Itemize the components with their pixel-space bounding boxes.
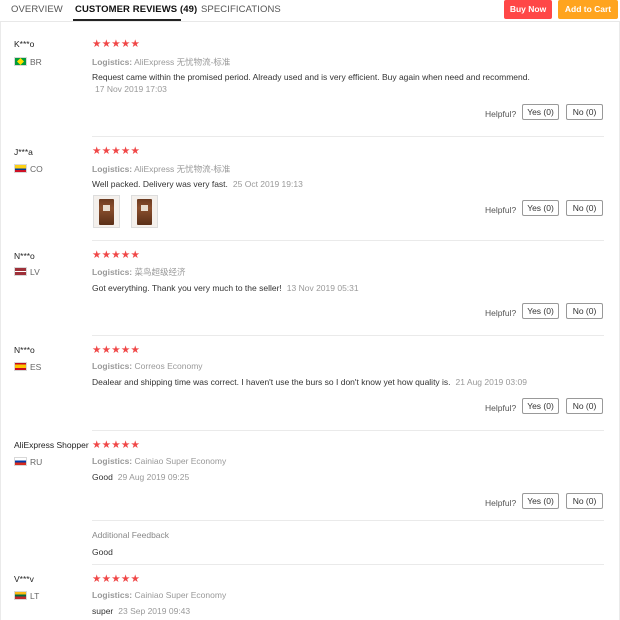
helpful-label: Helpful? — [485, 109, 517, 119]
helpful-no-button[interactable]: No (0) — [566, 303, 603, 319]
helpful-yes-button[interactable]: Yes (0) — [522, 200, 559, 216]
rating-stars: ★★★★★ — [92, 344, 141, 356]
reviewer-name: N***o — [14, 251, 35, 261]
review-divider — [92, 136, 604, 137]
reviewer-country: LV — [30, 267, 40, 277]
flag-icon — [14, 591, 27, 600]
logistics-line: Logistics: AliExpress 无忧物流-标准 — [92, 56, 230, 68]
product-tab-bar: OVERVIEW CUSTOMER REVIEWS (49) SPECIFICA… — [0, 0, 620, 22]
flag-icon — [14, 362, 27, 371]
review-text: Well packed. Delivery was very fast. — [92, 179, 228, 189]
review-text-line: Well packed. Delivery was very fast. 25 O… — [92, 179, 303, 189]
reviewer-country: ES — [30, 362, 42, 372]
review-date: 25 Oct 2019 19:13 — [232, 179, 303, 189]
rating-stars: ★★★★★ — [92, 38, 141, 50]
helpful-no-button[interactable]: No (0) — [566, 104, 603, 120]
logistics-label: Logistics: — [92, 361, 133, 371]
tab-specifications[interactable]: SPECIFICATIONS — [201, 4, 281, 15]
reviewer-name: J***a — [14, 147, 33, 157]
helpful-no-button[interactable]: No (0) — [566, 200, 603, 216]
tab-customer-reviews[interactable]: CUSTOMER REVIEWS (49) — [75, 4, 197, 15]
logistics-line: Logistics: AliExpress 无忧物流-标准 — [92, 163, 230, 175]
helpful-yes-button[interactable]: Yes (0) — [522, 398, 559, 414]
review-text: Request came within the promised period.… — [92, 72, 530, 82]
logistics-label: Logistics: — [92, 164, 133, 174]
additional-feedback-text: Good — [92, 547, 113, 557]
flag-icon — [14, 267, 27, 276]
logistics-value: Cainiao Super Economy — [134, 590, 227, 600]
logistics-value: 菜鸟超级经济 — [134, 267, 186, 277]
logistics-label: Logistics: — [92, 456, 133, 466]
logistics-line: Logistics: 菜鸟超级经济 — [92, 266, 186, 278]
review-divider — [92, 564, 604, 565]
reviewer-name: V***v — [14, 574, 34, 584]
logistics-label: Logistics: — [92, 590, 133, 600]
review-text-line: super 23 Sep 2019 09:43 — [92, 606, 190, 616]
helpful-label: Helpful? — [485, 205, 517, 215]
helpful-label: Helpful? — [485, 498, 517, 508]
review-date: 23 Sep 2019 09:43 — [118, 606, 191, 616]
logistics-value: Cainiao Super Economy — [134, 456, 227, 466]
helpful-no-button[interactable]: No (0) — [566, 398, 603, 414]
review-date: 29 Aug 2019 09:25 — [117, 472, 190, 482]
logistics-label: Logistics: — [92, 57, 133, 67]
logistics-line: Logistics: Cainiao Super Economy — [92, 590, 226, 600]
review-date: 17 Nov 2019 17:03 — [95, 84, 167, 94]
review-photo-thumbnail[interactable] — [93, 195, 120, 228]
review-photo-thumbnail[interactable] — [131, 195, 158, 228]
logistics-value: AliExpress 无忧物流-标准 — [134, 57, 231, 67]
helpful-yes-button[interactable]: Yes (0) — [522, 303, 559, 319]
review-date: 13 Nov 2019 05:31 — [286, 283, 359, 293]
reviewer-country: BR — [30, 57, 42, 67]
reviewer-country: CO — [30, 164, 43, 174]
review-divider — [92, 430, 604, 431]
review-text-line: Got everything. Thank you very much to t… — [92, 283, 359, 293]
reviewer-name: AliExpress Shopper — [14, 440, 89, 450]
flag-icon — [14, 164, 27, 173]
reviewer-name: K***o — [14, 39, 35, 49]
review-text-line: Dealear and shipping time was correct. I… — [92, 377, 527, 387]
reviewer-name: N***o — [14, 345, 35, 355]
logistics-line: Logistics: Cainiao Super Economy — [92, 456, 226, 466]
review-date: 21 Aug 2019 03:09 — [455, 377, 527, 387]
rating-stars: ★★★★★ — [92, 145, 141, 157]
rating-stars: ★★★★★ — [92, 249, 141, 261]
logistics-label: Logistics: — [92, 267, 133, 277]
helpful-no-button[interactable]: No (0) — [566, 493, 603, 509]
flag-icon — [14, 57, 27, 66]
helpful-label: Helpful? — [485, 403, 517, 413]
additional-feedback-title: Additional Feedback — [92, 530, 170, 540]
review-divider — [92, 520, 604, 521]
logistics-value: AliExpress 无忧物流-标准 — [134, 164, 231, 174]
rating-stars: ★★★★★ — [92, 439, 141, 451]
rating-stars: ★★★★★ — [92, 573, 141, 585]
review-text-line: Good 29 Aug 2019 09:25 — [92, 472, 189, 482]
review-text: Good — [92, 472, 113, 482]
logistics-value: Correos Economy — [134, 361, 203, 371]
helpful-yes-button[interactable]: Yes (0) — [522, 104, 559, 120]
buy-now-button[interactable]: Buy Now — [504, 0, 552, 19]
helpful-yes-button[interactable]: Yes (0) — [522, 493, 559, 509]
review-text: Dealear and shipping time was correct. I… — [92, 377, 451, 387]
review-divider — [92, 240, 604, 241]
add-to-cart-button[interactable]: Add to Cart — [558, 0, 618, 19]
flag-icon — [14, 457, 27, 466]
review-divider — [92, 335, 604, 336]
logistics-line: Logistics: Correos Economy — [92, 361, 203, 371]
review-text: super — [92, 606, 114, 616]
helpful-label: Helpful? — [485, 308, 517, 318]
reviewer-country: RU — [30, 457, 43, 467]
tab-overview[interactable]: OVERVIEW — [11, 4, 63, 15]
review-text: Got everything. Thank you very much to t… — [92, 283, 282, 293]
reviewer-country: LT — [30, 591, 40, 601]
active-tab-indicator — [73, 19, 181, 21]
